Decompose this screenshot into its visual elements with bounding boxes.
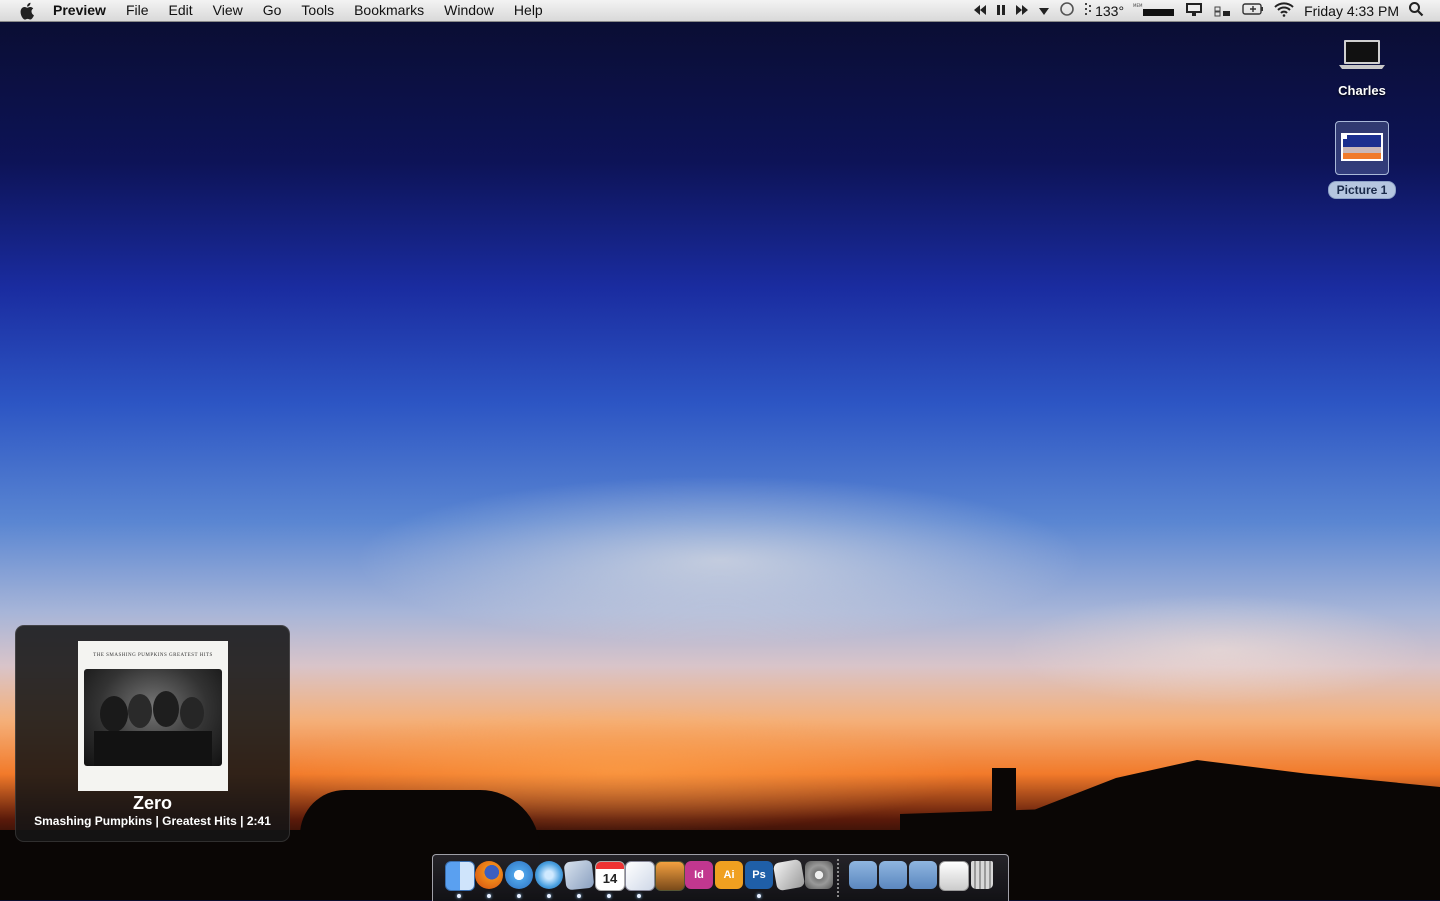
desktop-icon-label-wrap: Picture 1 <box>1317 181 1407 199</box>
temperature-monitor-icon[interactable] <box>1084 1 1092 20</box>
menu-tools[interactable]: Tools <box>291 0 344 21</box>
memory-meter-icon[interactable]: MEM <box>1133 1 1175 20</box>
album-photo <box>84 669 222 766</box>
house-silhouette-right <box>900 760 1440 850</box>
desktop-icon-picture-1[interactable]: Picture 1 <box>1317 121 1407 199</box>
dock-itunes-icon[interactable] <box>535 861 563 889</box>
house-silhouette-left <box>300 790 540 850</box>
dock-system-preferences-icon[interactable] <box>805 861 833 889</box>
album-header: THE SMASHING PUMPKINS GREATEST HITS <box>93 653 213 658</box>
menu-extras: 133° MEM Friday 4:33 PM <box>973 0 1440 21</box>
rewind-icon[interactable] <box>973 3 987 19</box>
menu-go[interactable]: Go <box>253 0 292 21</box>
display-mirroring-icon[interactable] <box>1184 1 1204 20</box>
fast-forward-icon[interactable] <box>1015 3 1029 19</box>
desktop-icon-label: Picture 1 <box>1327 181 1397 199</box>
photoshop-label: Ps <box>752 869 766 881</box>
track-details: Smashing Pumpkins | Greatest Hits | 2:41 <box>34 814 271 828</box>
dock-photoshop-icon[interactable]: Ps <box>745 861 773 889</box>
calendar-date: 14 <box>602 871 618 886</box>
svg-text:MEM: MEM <box>1133 3 1143 8</box>
running-indicator <box>487 894 491 898</box>
wifi-icon[interactable] <box>1273 1 1295 20</box>
dock-applications-folder-icon[interactable] <box>849 861 877 889</box>
track-title: Zero <box>132 793 172 813</box>
menu-bar: Preview File Edit View Go Tools Bookmark… <box>0 0 1440 22</box>
dock-finder-icon[interactable] <box>445 861 475 891</box>
dock-web-archive-icon[interactable] <box>939 861 969 891</box>
dock-mail-icon[interactable] <box>563 859 595 891</box>
chimney-silhouette <box>992 768 1016 818</box>
dock-script-editor-icon[interactable] <box>772 858 806 892</box>
dock-firefox-icon[interactable] <box>475 861 503 889</box>
temperature-readout[interactable]: 133° <box>1095 3 1124 19</box>
pause-icon[interactable] <box>996 3 1006 19</box>
running-indicator <box>547 894 551 898</box>
menubar-clock[interactable]: Friday 4:33 PM <box>1304 3 1399 19</box>
indesign-label: Id <box>694 869 704 881</box>
running-indicator <box>757 894 761 898</box>
menu-window[interactable]: Window <box>434 0 504 21</box>
trash-icon[interactable] <box>971 861 993 889</box>
now-playing-notification[interactable]: THE SMASHING PUMPKINS GREATEST HITS Zero… <box>15 625 290 842</box>
running-indicator <box>637 894 641 898</box>
laptop-drive-icon <box>1337 40 1387 78</box>
dock-separator <box>837 859 839 897</box>
menu-view[interactable]: View <box>203 0 253 21</box>
dock-documents-folder-icon[interactable] <box>879 861 907 889</box>
sync-status-icon[interactable] <box>1059 1 1075 20</box>
menu-help[interactable]: Help <box>504 0 553 21</box>
running-indicator <box>517 894 521 898</box>
illustrator-label: Ai <box>723 869 735 881</box>
menu-file[interactable]: File <box>116 0 159 21</box>
dock-iphoto-icon[interactable] <box>655 861 685 891</box>
running-indicator <box>457 894 461 898</box>
album-art: THE SMASHING PUMPKINS GREATEST HITS <box>78 641 228 791</box>
apple-menu-icon[interactable] <box>17 0 39 21</box>
desktop-icon-label: Charles <box>1338 83 1386 98</box>
picture-file-icon <box>1335 121 1389 175</box>
menu-app-name[interactable]: Preview <box>39 0 116 21</box>
disk-activity-icon[interactable] <box>1213 1 1233 20</box>
battery-icon[interactable] <box>1242 2 1264 19</box>
spotlight-search-icon[interactable] <box>1408 1 1424 20</box>
running-indicator <box>577 894 581 898</box>
dock-downloads-folder-icon[interactable] <box>909 861 937 889</box>
dock-indesign-icon[interactable]: Id <box>685 861 713 889</box>
running-indicator <box>607 894 611 898</box>
dock-preview-icon[interactable] <box>625 861 655 891</box>
dock-ical-icon[interactable]: 14 <box>595 861 625 891</box>
menu-edit[interactable]: Edit <box>159 0 203 21</box>
dock: 14 Id Ai Ps <box>432 854 1009 901</box>
dock-illustrator-icon[interactable]: Ai <box>715 861 743 889</box>
dropdown-arrow-icon[interactable] <box>1038 3 1050 19</box>
dock-ichat-icon[interactable] <box>505 861 533 889</box>
desktop-icon-charles[interactable]: Charles <box>1317 34 1407 98</box>
menu-bookmarks[interactable]: Bookmarks <box>344 0 434 21</box>
